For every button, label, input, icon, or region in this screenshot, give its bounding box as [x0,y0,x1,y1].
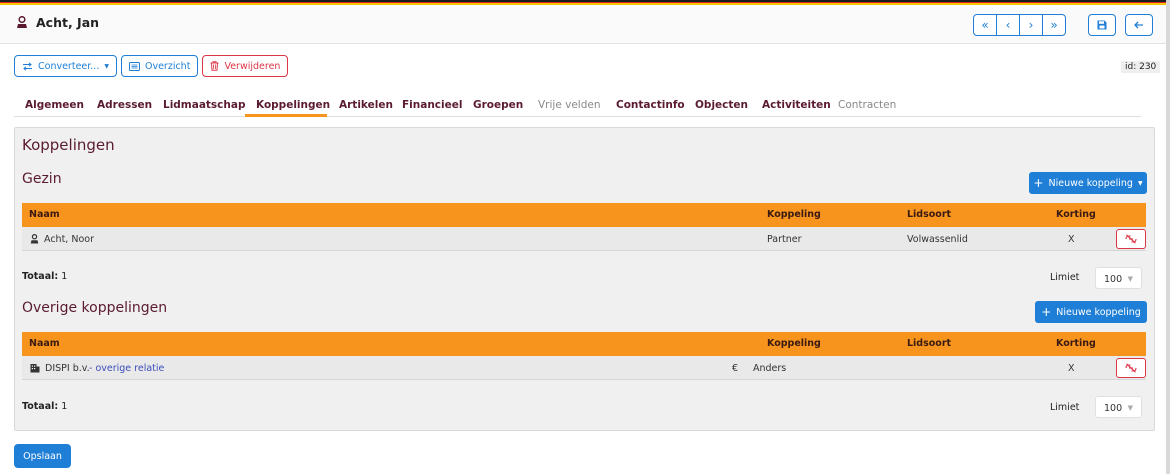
list-icon [128,61,140,71]
select-caret-icon: ▼ [1127,404,1133,412]
row-lidsoort: Volwassenlid [907,234,968,245]
arrow-left-icon [1134,21,1143,29]
plus-icon: + [1041,305,1052,319]
prev-record-button[interactable]: ‹ [996,14,1020,36]
row-naam[interactable]: Acht, Noor [44,234,94,245]
trash-icon [210,61,219,71]
gezin-total-label: Totaal: [22,271,59,282]
convert-button[interactable]: Converteer... ▼ [14,55,117,77]
gezin-total-value: 1 [61,271,68,282]
last-record-button[interactable]: » [1042,14,1066,36]
row-naam[interactable]: DISPI b.v. [45,363,90,374]
tab-vrije-velden[interactable]: Vrije velden [538,99,601,111]
new-gezin-koppeling-label: Nieuwe koppeling [1048,177,1133,189]
exchange-icon [23,61,32,71]
save-button[interactable]: Opslaan [14,444,71,468]
gezin-total: Totaal: 1 [22,271,67,282]
tab-algemeen[interactable]: Algemeen [25,99,84,111]
person-icon [30,234,39,244]
overige-limit-label: Limiet [1050,402,1080,413]
overige-total: Totaal: 1 [22,401,67,412]
koppelingen-panel [14,127,1155,431]
new-overige-koppeling-label: Nieuwe koppeling [1056,306,1141,318]
person-icon [17,16,27,28]
overview-button[interactable]: Overzicht [120,55,199,77]
overige-title: Overige koppelingen [22,300,168,316]
panel-title: Koppelingen [22,136,115,154]
record-id-badge: id: 230 [1121,61,1161,73]
caret-down-icon: ▼ [104,62,109,70]
tab-adressen[interactable]: Adressen [97,99,152,111]
tab-objecten[interactable]: Objecten [695,99,748,111]
tab-bar: Algemeen Adressen Lidmaatschap Koppeling… [14,92,1141,117]
building-icon [30,364,40,373]
tab-koppelingen[interactable]: Koppelingen [256,99,330,111]
row-koppeling: Partner [767,234,802,245]
overige-total-label: Totaal: [22,401,59,412]
euro-icon: € [732,363,739,374]
active-tab-indicator [245,114,327,117]
unlink-button[interactable] [1116,358,1146,378]
col-korting[interactable]: Korting [1056,338,1096,349]
table-row[interactable]: Acht, Noor Partner Volwassenlid X [22,227,1146,251]
next-record-button[interactable]: › [1019,14,1043,36]
tab-lidmaatschap[interactable]: Lidmaatschap [163,99,246,111]
col-koppeling[interactable]: Koppeling [767,338,821,349]
tab-contactinfo[interactable]: Contactinfo [616,99,685,111]
delete-label: Verwijderen [224,60,281,72]
overige-limit-value: 100 [1104,403,1123,414]
first-record-button[interactable]: « [973,14,997,36]
tab-artikelen[interactable]: Artikelen [339,99,393,111]
page-title: Acht, Jan [16,15,99,30]
row-korting: X [1068,234,1075,245]
action-toolbar: Converteer... ▼ Overzicht Verwijderen [14,55,289,77]
col-koppeling[interactable]: Koppeling [767,209,821,220]
tab-activiteiten[interactable]: Activiteiten [762,99,831,111]
page-title-text: Acht, Jan [36,15,100,30]
unlink-button[interactable] [1116,229,1146,249]
overige-total-value: 1 [61,401,68,412]
select-caret-icon: ▼ [1127,275,1133,283]
col-lidsoort[interactable]: Lidsoort [907,338,951,349]
back-button[interactable] [1125,14,1153,36]
table-row[interactable]: DISPI b.v. - overige relatie € Anders X [22,356,1146,380]
record-navigation: « ‹ › » [973,14,1066,36]
gezin-limit-value: 100 [1104,274,1123,285]
relation-type-link[interactable]: - overige relatie [89,363,164,374]
convert-label: Converteer... [38,60,100,72]
col-naam[interactable]: Naam [29,209,60,220]
gezin-limit-select[interactable]: 100 ▼ [1095,267,1142,289]
col-korting[interactable]: Korting [1056,209,1096,220]
row-koppeling: Anders [753,363,787,374]
overige-table-header: Naam Koppeling Lidsoort Korting [22,332,1146,356]
right-edge [1166,0,1170,474]
floppy-icon [1097,20,1107,30]
gezin-table-header: Naam Koppeling Lidsoort Korting [22,203,1146,227]
caret-down-icon: ▼ [1137,179,1143,187]
unlink-icon [1125,234,1137,244]
col-naam[interactable]: Naam [29,338,60,349]
overige-limit-select[interactable]: 100 ▼ [1095,396,1142,418]
gezin-title: Gezin [22,171,62,187]
tab-contracten[interactable]: Contracten [838,99,896,111]
tab-financieel[interactable]: Financieel [402,99,462,111]
col-lidsoort[interactable]: Lidsoort [907,209,951,220]
delete-button[interactable]: Verwijderen [202,55,289,77]
unlink-icon [1125,363,1137,373]
gezin-limit-label: Limiet [1050,272,1080,283]
row-korting: X [1068,363,1075,374]
save-icon-button[interactable] [1088,14,1116,36]
overview-label: Overzicht [144,60,191,72]
tab-groepen[interactable]: Groepen [473,99,523,111]
plus-icon: + [1033,176,1044,190]
new-overige-koppeling-button[interactable]: + Nieuwe koppeling [1035,301,1147,323]
new-gezin-koppeling-button[interactable]: + Nieuwe koppeling ▼ [1029,172,1147,194]
